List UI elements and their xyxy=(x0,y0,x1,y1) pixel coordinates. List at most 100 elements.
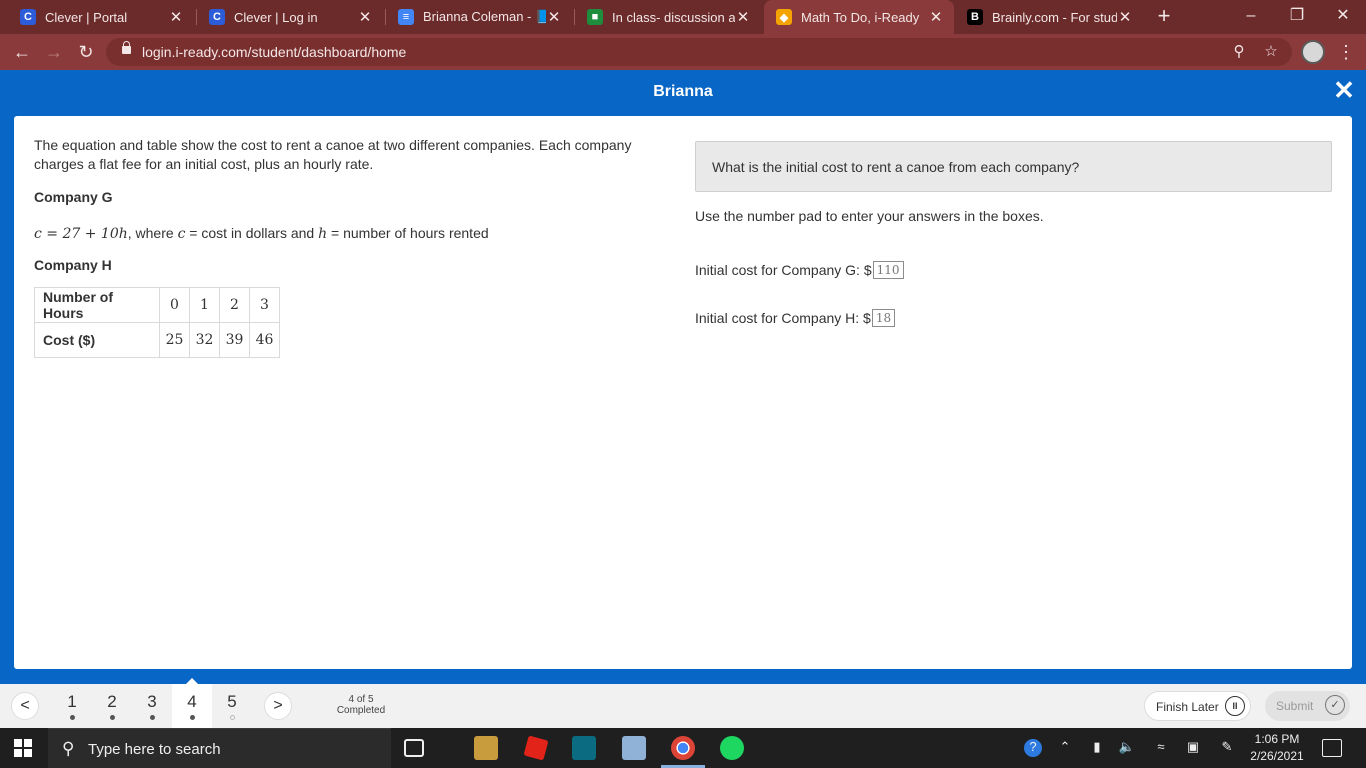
search-icon: ⚲ xyxy=(62,739,75,758)
back-arrow-icon[interactable]: ← xyxy=(10,40,34,64)
lesson-close-icon[interactable]: ✕ xyxy=(1332,77,1356,103)
tab-close-icon[interactable]: ✕ xyxy=(928,8,944,26)
question-number: 3 xyxy=(147,692,157,711)
iready-icon: ◆ xyxy=(776,9,792,25)
windows-start-icon[interactable] xyxy=(14,739,32,757)
profile-avatar[interactable] xyxy=(1301,40,1325,64)
question-number: 2 xyxy=(107,692,117,711)
company-h-table: Number of Hours 0 1 2 3 Cost ($) 25 32 3… xyxy=(34,287,280,358)
help-icon[interactable]: ? xyxy=(1024,739,1042,757)
tab-clever-portal[interactable]: C Clever | Portal ✕ xyxy=(8,0,194,34)
table-cell: 39 xyxy=(219,322,250,358)
question-number: 1 xyxy=(67,692,77,711)
finish-later-label: Finish Later xyxy=(1156,700,1219,714)
volume-icon[interactable]: 🔈 xyxy=(1118,739,1136,757)
question-prompt-box: What is the initial cost to rent a canoe… xyxy=(695,141,1332,192)
system-clock[interactable]: 1:06 PM 2/26/2021 xyxy=(1242,731,1312,765)
table-cell: 2 xyxy=(219,287,250,323)
forward-arrow-icon[interactable]: → xyxy=(42,40,66,64)
task-view-icon[interactable] xyxy=(404,739,424,757)
app-icon[interactable] xyxy=(572,736,596,760)
tab-close-icon[interactable]: ✕ xyxy=(168,8,184,26)
minimize-button[interactable]: – xyxy=(1228,0,1274,34)
zoom-icon[interactable]: ⚲ xyxy=(1229,42,1249,62)
taskbar-search-box[interactable]: ⚲ Type here to search xyxy=(48,728,391,768)
tab-title: Clever | Portal xyxy=(45,9,128,25)
new-tab-button[interactable]: + xyxy=(1152,4,1176,28)
completed-dot-icon xyxy=(109,715,115,720)
tab-clever-login[interactable]: C Clever | Log in ✕ xyxy=(197,0,383,34)
question-navigation: < 1 2 3 4 5 > 4 of 5 Completed Finish La… xyxy=(0,678,1366,728)
tab-close-icon[interactable]: ✕ xyxy=(357,8,373,26)
clock-date: 2/26/2021 xyxy=(1250,749,1304,763)
meet-now-icon[interactable]: ▣ xyxy=(1184,739,1202,757)
address-bar[interactable]: login.i-ready.com/student/dashboard/home… xyxy=(106,38,1292,66)
question-prompt: What is the initial cost to rent a canoe… xyxy=(712,159,1080,175)
chrome-icon[interactable] xyxy=(671,736,695,760)
completed-dot-icon xyxy=(69,715,75,720)
question-1-button[interactable]: 1 xyxy=(52,684,92,728)
table-row-header: Number of Hours xyxy=(34,287,160,323)
next-question-button[interactable]: > xyxy=(264,692,292,720)
brainly-icon: B xyxy=(967,9,983,25)
search-placeholder: Type here to search xyxy=(88,741,221,758)
question-3-button[interactable]: 3 xyxy=(132,684,172,728)
browser-tab-strip: C Clever | Portal ✕ C Clever | Log in ✕ … xyxy=(0,0,1366,34)
roblox-icon[interactable] xyxy=(523,735,549,761)
tab-google-doc[interactable]: ≡ Brianna Coleman - 📘T ✕ xyxy=(386,0,572,34)
pen-icon[interactable]: ✎ xyxy=(1218,739,1236,757)
tab-close-icon[interactable]: ✕ xyxy=(546,8,562,26)
google-classroom-icon: ■ xyxy=(587,9,603,25)
browser-menu-icon[interactable]: ⋮ xyxy=(1336,40,1356,64)
table-row: Cost ($) 25 32 39 46 xyxy=(34,322,280,358)
tab-classroom[interactable]: ■ In class- discussion and ✕ xyxy=(575,0,761,34)
spotify-icon[interactable] xyxy=(720,736,744,760)
progress-label: Completed xyxy=(336,705,386,716)
show-hidden-icons-icon[interactable]: ⌃ xyxy=(1056,739,1074,757)
previous-question-button[interactable]: < xyxy=(11,692,39,720)
equals-sign: = xyxy=(185,225,202,241)
notification-icon[interactable] xyxy=(1322,739,1342,757)
table-cell: 3 xyxy=(249,287,280,323)
tab-title: Brainly.com - For stude xyxy=(992,9,1117,25)
lesson-header: Brianna ✕ xyxy=(0,70,1366,116)
reload-icon[interactable]: ↻ xyxy=(74,40,98,64)
question-5-button[interactable]: 5 xyxy=(212,684,252,728)
tab-brainly[interactable]: B Brainly.com - For stude ✕ xyxy=(955,0,1143,34)
table-cell: 1 xyxy=(189,287,220,323)
answer-row-company-h: Initial cost for Company H: $ 18 xyxy=(695,309,1332,327)
network-icon[interactable]: ≈ xyxy=(1152,739,1170,757)
restore-button[interactable]: ❐ xyxy=(1274,0,1320,34)
answer-input-company-h[interactable]: 18 xyxy=(871,309,896,327)
equation-math: c = 27 + 10h xyxy=(34,226,128,242)
company-g-equation: c = 27 + 10h, where c = cost in dollars … xyxy=(34,225,674,242)
battery-icon[interactable]: ▮ xyxy=(1088,739,1106,757)
question-2-button[interactable]: 2 xyxy=(92,684,132,728)
question-4-button[interactable]: 4 xyxy=(172,678,212,728)
checkmark-icon: ✓ xyxy=(1325,695,1345,715)
finish-later-button[interactable]: Finish Later II xyxy=(1144,691,1251,721)
url-text: login.i-ready.com/student/dashboard/home xyxy=(142,44,407,60)
window-close-button[interactable]: ✕ xyxy=(1320,0,1366,34)
incomplete-dot-icon xyxy=(229,715,235,720)
table-cell: 0 xyxy=(159,287,190,323)
control-panel-icon[interactable] xyxy=(622,736,646,760)
tab-iready-active[interactable]: ◆ Math To Do, i-Ready ✕ xyxy=(764,0,954,34)
company-g-label: Company G xyxy=(34,189,113,205)
tab-close-icon[interactable]: ✕ xyxy=(1117,8,1133,26)
answer-input-company-g[interactable]: 110 xyxy=(872,261,904,279)
problem-card: The equation and table show the cost to … xyxy=(14,116,1352,669)
lock-icon xyxy=(122,41,131,54)
submit-button[interactable]: Submit ✓ xyxy=(1265,691,1350,721)
clever-icon: C xyxy=(209,9,225,25)
browser-toolbar: ← → ↻ login.i-ready.com/student/dashboar… xyxy=(0,34,1366,70)
problem-intro: The equation and table show the cost to … xyxy=(34,137,632,172)
completed-dot-icon xyxy=(189,715,195,720)
tab-close-icon[interactable]: ✕ xyxy=(735,8,751,26)
league-of-legends-icon[interactable] xyxy=(474,736,498,760)
equation-text: number of hours rented xyxy=(343,225,489,241)
tab-title: Clever | Log in xyxy=(234,9,318,25)
table-cell: 32 xyxy=(189,322,220,358)
bookmark-star-icon[interactable]: ☆ xyxy=(1261,42,1281,62)
question-number: 5 xyxy=(227,692,237,711)
